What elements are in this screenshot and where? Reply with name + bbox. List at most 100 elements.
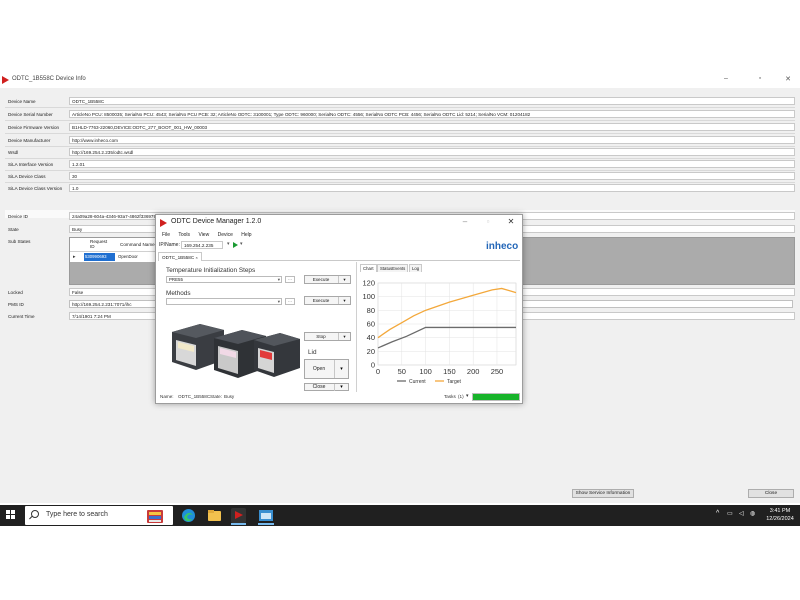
minimize-icon[interactable]: – <box>720 75 732 82</box>
y-tick-label: 60 <box>367 320 375 329</box>
menu-file[interactable]: File <box>162 232 170 238</box>
methods-browse-button[interactable]: ... <box>285 298 295 305</box>
col-request-id[interactable]: Request ID <box>90 239 112 249</box>
temp-steps-select[interactable]: PRE55 <box>166 276 282 283</box>
chevron-down-icon[interactable]: ▾ <box>338 276 350 283</box>
show-service-button[interactable]: Show Service Information <box>572 489 634 498</box>
lid-open-button[interactable]: Open ▾ <box>304 359 349 379</box>
ip-dropdown-icon[interactable]: ▾ <box>227 241 230 247</box>
chevron-down-icon[interactable]: ▾ <box>334 360 348 378</box>
windows-start-icon[interactable] <box>6 510 16 520</box>
close-icon[interactable]: ✕ <box>782 75 794 83</box>
globe-icon[interactable]: ◍ <box>750 510 755 517</box>
temperature-chart: 0 20 40 60 80 100 120 0 50 100 150 200 250 Current Tar… <box>362 279 517 385</box>
field-wsdl[interactable]: http://169.254.2.235/odtc.wsdl <box>69 148 795 156</box>
chevron-down-icon[interactable]: ▾ <box>338 333 350 340</box>
tab-device[interactable]: ODTC_1B558C × <box>158 252 202 261</box>
field-sila-class-version[interactable]: 1.0 <box>69 184 795 192</box>
label-sila-class-version: SiLA Device Class Version <box>8 186 63 191</box>
row-pointer-icon: ▸ <box>73 254 76 260</box>
tab-log[interactable]: Log <box>409 264 423 272</box>
speaker-icon[interactable]: ◁ <box>739 510 744 517</box>
x-tick-label: 150 <box>443 367 456 376</box>
row-divider <box>5 146 795 147</box>
control-panel: Temperature Initialization Steps PRE55 .… <box>158 262 355 392</box>
tab-chart[interactable]: Chart <box>360 264 377 272</box>
chevron-up-icon[interactable]: ^ <box>716 510 719 517</box>
temp-execute-label: Execute <box>312 277 330 282</box>
device-info-titlebar[interactable]: ODTC_1B558C Device Info – ▫ ✕ <box>0 73 800 88</box>
label-pms-id: PMS ID <box>8 302 24 307</box>
maximize-icon[interactable]: ▫ <box>754 75 766 82</box>
status-state-label: State: <box>210 394 223 399</box>
y-tick-label: 20 <box>367 347 375 356</box>
clock-date: 12/26/2024 <box>766 516 794 522</box>
ip-toolbar: IP/Name: 169.254.2.235 ▾ ▾ <box>159 241 519 251</box>
field-device-serial[interactable]: ArticleNo PCU: 8500035; SerialNo PCU: 45… <box>69 110 795 118</box>
open-app-indicator <box>258 523 274 525</box>
device-tabbar: ODTC_1B558C × <box>158 252 520 261</box>
close-icon[interactable]: ✕ <box>504 217 518 226</box>
search-highlight-icon[interactable] <box>145 506 165 525</box>
lid-close-button[interactable]: Close ▾ <box>304 383 349 391</box>
tasks-dropdown-icon[interactable]: ▾ <box>466 393 469 399</box>
label-device-id: Device ID <box>8 214 28 219</box>
task-progress-fill <box>473 394 519 400</box>
x-tick-label: 250 <box>491 367 504 376</box>
label-device-serial: Device Serial Number <box>8 112 53 117</box>
desktop-screen: ODTC_1B558C Device Info – ▫ ✕ Device Nam… <box>0 0 800 600</box>
tab-device-label: ODTC_1B558C <box>162 255 195 260</box>
odtc-app-taskbar-icon[interactable] <box>231 508 246 523</box>
taskbar-clock[interactable]: 3:41 PM 12/26/2024 <box>760 507 800 523</box>
active-app-indicator <box>231 523 246 525</box>
label-sila-interface: SiLA Interface Version <box>8 162 54 167</box>
field-manufacturer[interactable]: http://www.inheco.com <box>69 136 795 144</box>
file-explorer-icon[interactable] <box>207 509 222 522</box>
connect-dropdown-icon[interactable]: ▾ <box>240 241 243 247</box>
field-firmware-version[interactable]: B1HLD-7763-22060,DEVICE:ODTC_277_BOOT_00… <box>69 123 795 131</box>
temp-execute-button[interactable]: Execute ▾ <box>304 275 351 284</box>
field-sila-device-class[interactable]: 30 <box>69 172 795 180</box>
menu-help[interactable]: Help <box>241 232 251 238</box>
battery-icon[interactable]: ▭ <box>727 510 733 517</box>
odtc-devices-image <box>172 324 300 378</box>
methods-select[interactable] <box>166 298 282 305</box>
device-info-taskbar-icon[interactable] <box>258 509 274 522</box>
field-sila-interface[interactable]: 1.2.01 <box>69 160 795 168</box>
stop-button[interactable]: Stop ▾ <box>304 332 351 341</box>
chevron-down-icon[interactable]: ▾ <box>334 384 348 391</box>
tab-status-events[interactable]: StatusEvents <box>377 264 409 272</box>
field-device-name[interactable]: ODTC_1B558C <box>69 97 795 105</box>
status-name-label: Name: <box>160 394 174 399</box>
minimize-icon[interactable]: – <box>458 217 472 226</box>
lid-open-label: Open <box>312 366 326 372</box>
cell-command-name[interactable]: OpenDoor <box>118 253 138 261</box>
close-button[interactable]: Close <box>748 489 794 498</box>
label-sila-device-class: SiLA Device Class <box>8 174 46 179</box>
connect-play-icon[interactable] <box>233 242 238 248</box>
ip-label: IP/Name: <box>159 242 180 248</box>
inheco-logo-icon <box>2 76 9 84</box>
clock-time: 3:41 PM <box>769 508 791 514</box>
chevron-down-icon[interactable]: ▾ <box>338 297 350 304</box>
col-command-name[interactable]: Command Name <box>120 242 155 247</box>
temp-steps-browse-button[interactable]: ... <box>285 276 295 283</box>
label-locked: Locked <box>8 290 23 295</box>
methods-execute-button[interactable]: Execute ▾ <box>304 296 351 305</box>
menu-device[interactable]: Device <box>218 232 233 238</box>
tasks-count[interactable]: (1) <box>458 394 464 399</box>
status-name-value: ODTC_1B558C <box>178 394 211 399</box>
menu-tools[interactable]: Tools <box>178 232 190 238</box>
edge-browser-icon[interactable] <box>181 508 196 523</box>
device-manager-titlebar[interactable]: ODTC Device Manager 1.2.0 – ▫ ✕ <box>156 215 522 231</box>
tab-close-icon[interactable]: × <box>195 255 197 260</box>
legend-label-target: Target <box>447 379 462 385</box>
ip-input[interactable]: 169.254.2.235 <box>181 241 223 249</box>
search-placeholder: Type here to search <box>46 511 108 518</box>
maximize-icon[interactable]: ▫ <box>481 217 495 226</box>
menu-view[interactable]: View <box>198 232 209 238</box>
cell-request-id[interactable]: 530990693 <box>84 253 115 261</box>
row-divider <box>5 170 795 171</box>
label-sub-states: Sub States <box>8 239 31 244</box>
row-divider <box>5 182 795 183</box>
